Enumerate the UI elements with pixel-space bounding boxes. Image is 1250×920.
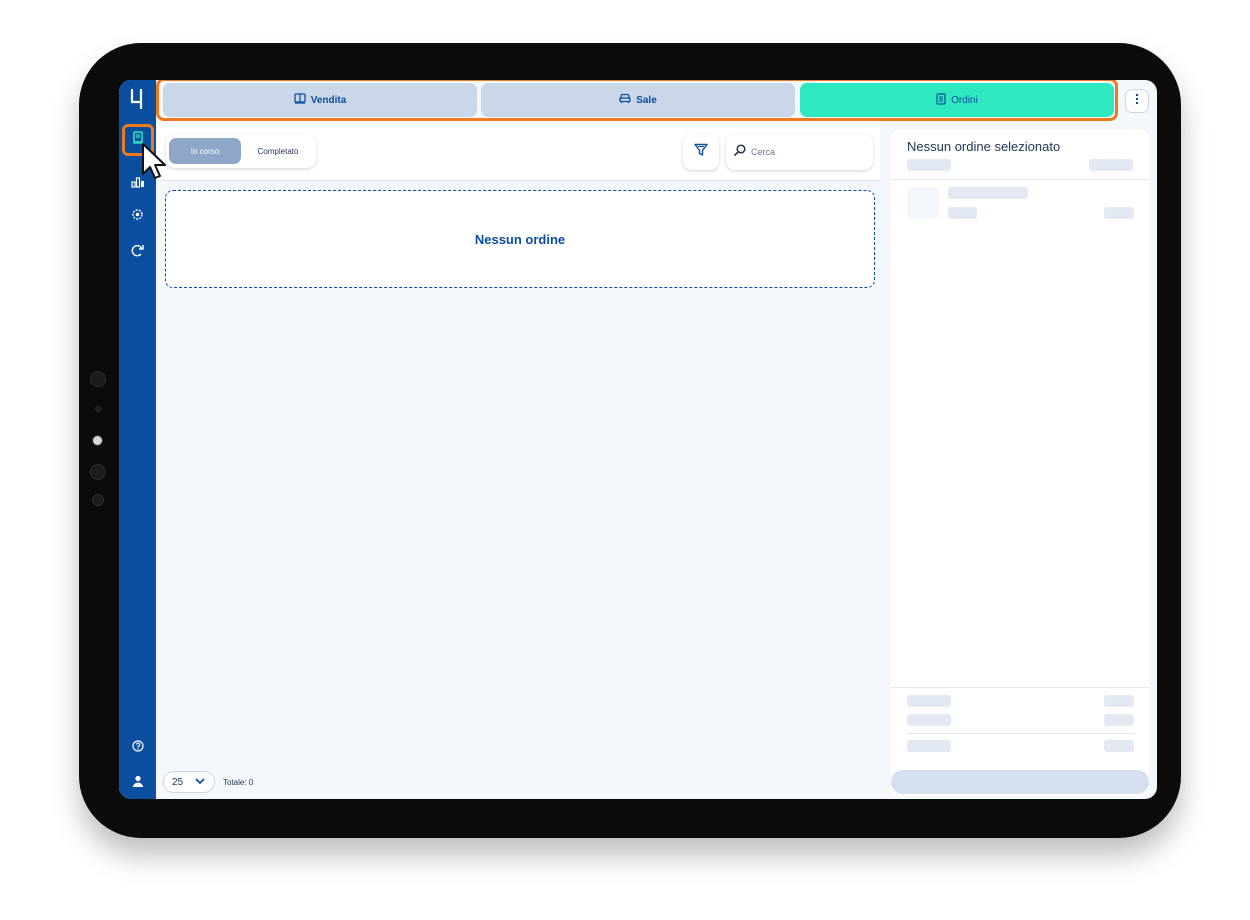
skeleton-placeholder <box>907 714 951 726</box>
divider <box>907 733 1134 734</box>
refresh-icon <box>131 244 145 262</box>
detail-title: Nessun ordine selezionato <box>907 139 1061 154</box>
filter-completed[interactable]: Completato <box>243 138 313 164</box>
search-icon <box>734 143 746 161</box>
skeleton-placeholder <box>1089 159 1133 171</box>
tab-label: Sale <box>636 94 657 106</box>
sidebar-item-settings[interactable] <box>119 207 156 227</box>
help-icon <box>131 739 144 757</box>
page-size-value: 25 <box>172 776 184 788</box>
tab-label: Vendita <box>310 94 347 106</box>
detail-action-button[interactable] <box>891 770 1149 794</box>
skeleton-placeholder <box>948 207 977 219</box>
settings-icon <box>131 208 144 226</box>
search-box <box>726 134 873 170</box>
mouse-cursor-icon <box>142 143 166 179</box>
user-icon <box>132 774 144 792</box>
search-input[interactable] <box>751 147 861 157</box>
filter-icon <box>694 143 708 162</box>
filter-in-progress[interactable]: In corso <box>169 138 241 164</box>
divider <box>891 687 1149 688</box>
sidebar-item-help[interactable] <box>119 738 156 758</box>
camera-icon <box>90 371 106 387</box>
tab-ordini[interactable]: Ordini <box>800 83 1114 117</box>
page-size-select[interactable]: 25 <box>163 771 215 793</box>
sidebar <box>119 80 156 799</box>
more-menu-button[interactable] <box>1125 89 1149 113</box>
orders-toolbar: In corso Completato <box>156 124 880 181</box>
empty-orders-message: Nessun ordine <box>165 190 875 288</box>
skeleton-placeholder <box>1104 714 1134 726</box>
filter-button[interactable] <box>683 134 719 170</box>
skeleton-thumbnail <box>907 187 939 219</box>
skeleton-placeholder <box>1104 740 1134 752</box>
app-screen: Vendita Sale Ordini In corso Completato <box>119 80 1157 799</box>
speaker-icon <box>90 464 106 480</box>
book-icon <box>294 93 306 107</box>
mic-icon <box>92 494 104 506</box>
skeleton-placeholder <box>1104 207 1134 219</box>
tab-label: Ordini <box>951 94 978 106</box>
pagination-footer: 25 Totale: 0 <box>163 771 253 793</box>
chevron-down-icon <box>195 777 205 788</box>
skeleton-placeholder <box>907 695 951 707</box>
logo-icon[interactable] <box>119 84 156 114</box>
sidebar-item-refresh[interactable] <box>119 243 156 263</box>
tab-sale[interactable]: Sale <box>481 83 795 117</box>
receipt-icon <box>936 92 946 108</box>
order-detail-panel: Nessun ordine selezionato <box>891 130 1149 797</box>
sidebar-item-user[interactable] <box>119 773 156 793</box>
tab-vendita[interactable]: Vendita <box>163 83 477 117</box>
skeleton-placeholder <box>1104 695 1134 707</box>
skeleton-placeholder <box>907 159 951 171</box>
sofa-icon <box>619 93 631 107</box>
total-count: Totale: 0 <box>223 777 254 787</box>
divider <box>891 179 1149 180</box>
more-vertical-icon <box>1135 92 1139 110</box>
skeleton-placeholder <box>948 187 1028 199</box>
skeleton-placeholder <box>907 740 951 752</box>
side-button-icon <box>92 435 103 446</box>
status-filter: In corso Completato <box>166 134 316 168</box>
sensor-icon <box>95 406 101 412</box>
